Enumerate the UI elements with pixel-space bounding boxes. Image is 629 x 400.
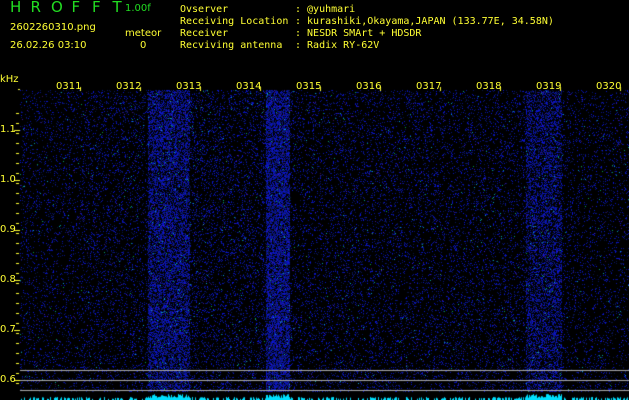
logo-letter: F — [71, 0, 81, 16]
logo-letter: O — [51, 0, 63, 16]
time-label: 0313 — [176, 81, 202, 92]
y-tick-label: 1.1 — [0, 124, 16, 135]
meteor-count: 0 — [140, 40, 147, 51]
y-tick-label: 0.8 — [0, 274, 16, 285]
y-tick-label: 0.9 — [0, 224, 16, 235]
info-label: Receiving Location — [180, 16, 289, 27]
info-label: Ovserver — [180, 4, 229, 15]
logo-letter: F — [92, 0, 101, 16]
time-label: 0319 — [536, 81, 562, 92]
time-label: 0317 — [416, 81, 442, 92]
logo-letter: R — [30, 0, 41, 16]
info-value: : NESDR SMArt + HDSDR — [295, 28, 422, 39]
y-tick-label: 0.6 — [0, 374, 16, 385]
time-label: 0318 — [476, 81, 502, 92]
logo-letter: H — [10, 0, 22, 16]
spectrogram — [0, 0, 629, 400]
info-value: : Radix RY-62V — [295, 40, 380, 51]
y-tick-label: 1.0 — [0, 174, 16, 185]
time-label: 0311 — [56, 81, 82, 92]
time-label: 0315 — [296, 81, 322, 92]
unit-label: kHz — [0, 74, 19, 85]
time-label: 0316 — [356, 81, 382, 92]
info-label: Recviving antenna — [180, 40, 283, 51]
version: 1.00f — [125, 3, 151, 14]
file-name: 2602260310.png — [10, 22, 96, 33]
logo-letter: T — [112, 0, 122, 16]
info-label: Receiver — [180, 28, 229, 39]
y-tick-label: 0.7 — [0, 324, 16, 335]
file-datetime: 26.02.26 03:10 — [10, 40, 87, 51]
time-label: 0320 — [596, 81, 622, 92]
time-label: 0314 — [236, 81, 262, 92]
info-value: : kurashiki,Okayama,JAPAN (133.77E, 34.5… — [295, 16, 554, 27]
meteor-label: meteor — [125, 28, 162, 39]
info-value: : @yuhmari — [295, 4, 356, 15]
time-label: 0312 — [116, 81, 142, 92]
